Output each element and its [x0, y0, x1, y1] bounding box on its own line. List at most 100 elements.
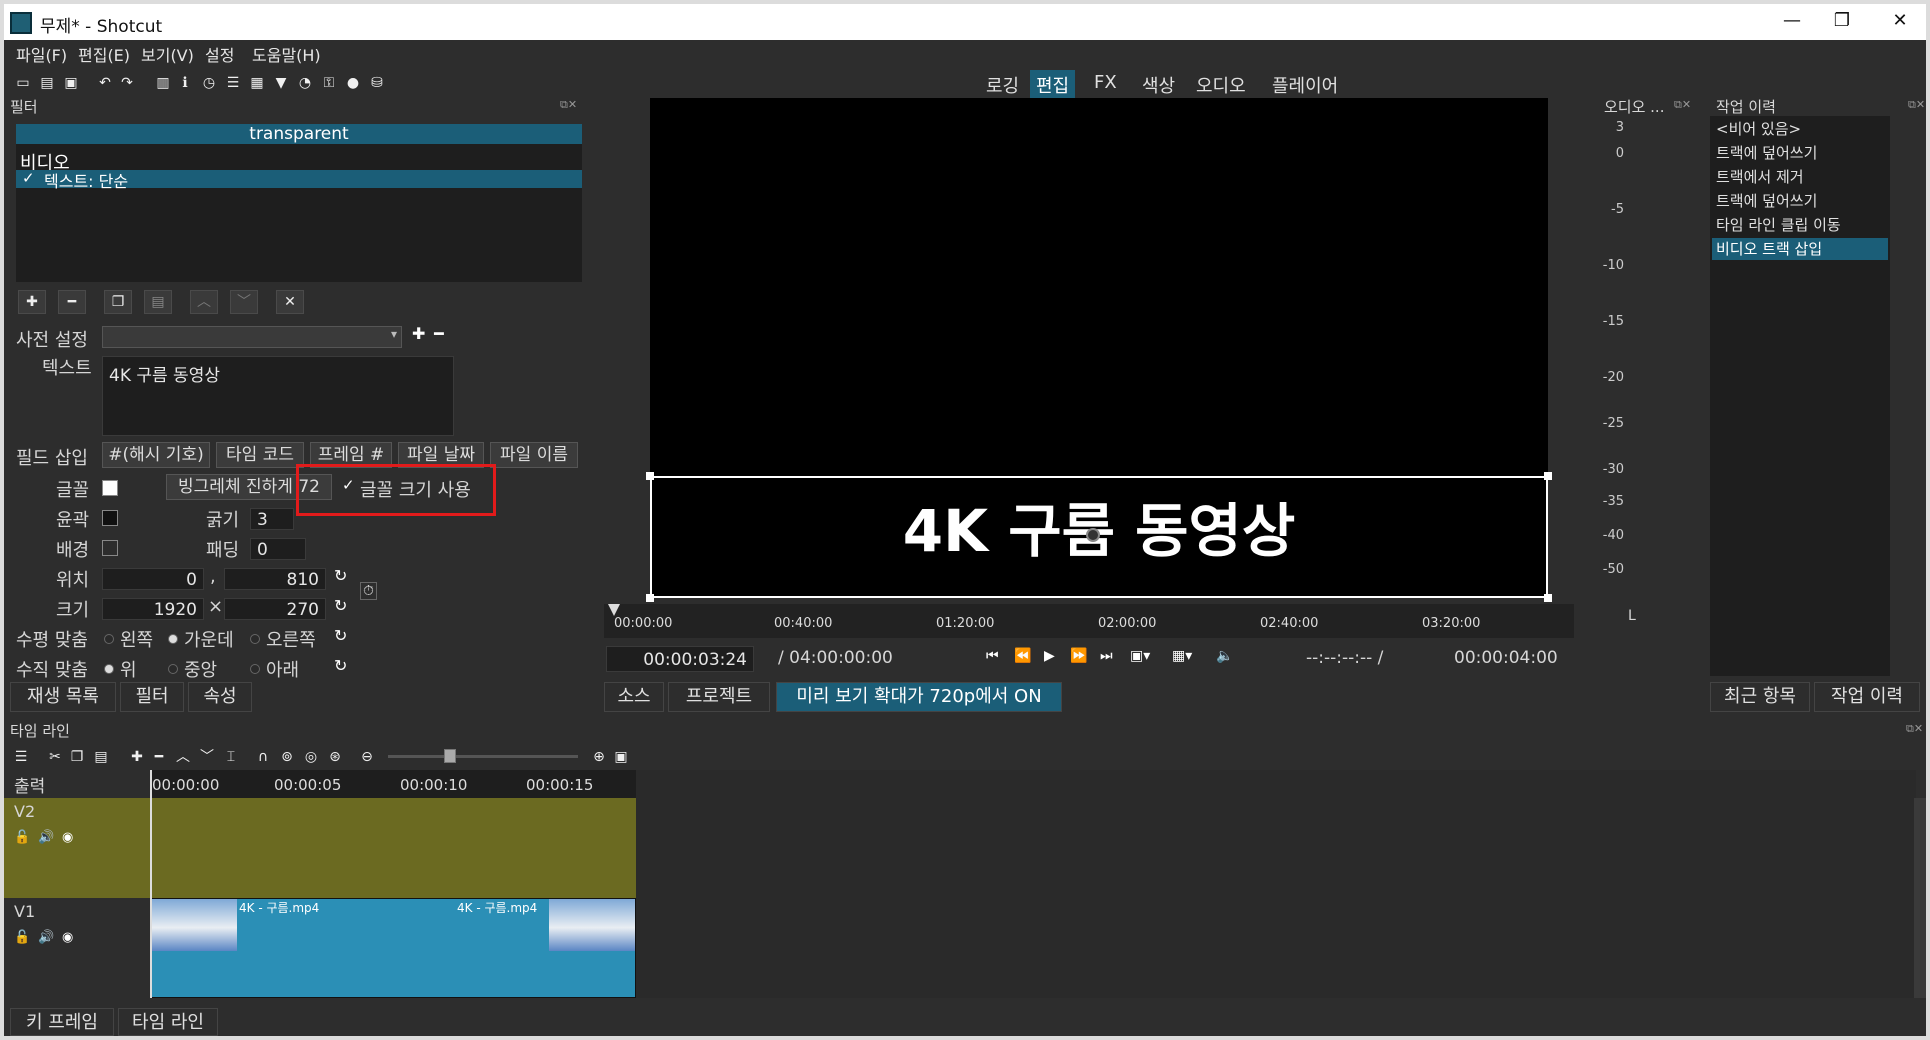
- halign-center-label[interactable]: 가운데: [184, 626, 234, 652]
- text-bounding-box[interactable]: 4K 구름 동영상: [646, 472, 1552, 602]
- valign-top-radio[interactable]: [104, 664, 114, 674]
- lift-icon[interactable]: ︿: [174, 748, 192, 766]
- cut-icon[interactable]: ✂: [46, 748, 64, 766]
- mode-logging[interactable]: 로깅: [980, 70, 1025, 100]
- timeline-ruler[interactable]: 00:00:00 00:00:05 00:00:10 00:00:15: [150, 770, 636, 798]
- font-color-swatch[interactable]: [102, 480, 118, 496]
- volume-icon[interactable]: 🔈: [1216, 648, 1233, 664]
- zoom-slider-handle[interactable]: [444, 749, 456, 763]
- keyframes-icon[interactable]: ◔: [296, 74, 314, 92]
- tab-playlist[interactable]: 재생 목록: [10, 682, 116, 712]
- playlist-icon[interactable]: ☰: [224, 74, 242, 92]
- encode-icon[interactable]: ●: [344, 74, 362, 92]
- add-filter-button[interactable]: ✚: [18, 290, 46, 314]
- size-height-input[interactable]: 270: [224, 598, 326, 620]
- reset-valign-icon[interactable]: ↻: [334, 656, 347, 675]
- thickness-spinbox[interactable]: 3: [250, 508, 294, 530]
- skip-next-icon[interactable]: ⏭: [1100, 648, 1113, 664]
- copy-icon[interactable]: ❐: [68, 748, 86, 766]
- mode-player[interactable]: 플레이어: [1266, 70, 1344, 100]
- filter-icon[interactable]: ▼: [272, 74, 290, 92]
- mute-icon[interactable]: 🔊: [38, 930, 54, 945]
- scrub-icon[interactable]: ⊚: [278, 748, 296, 766]
- tab-project[interactable]: 프로젝트: [668, 682, 770, 712]
- properties-icon[interactable]: ℹ: [176, 74, 194, 92]
- resize-handle[interactable]: [1544, 594, 1552, 602]
- padding-spinbox[interactable]: 0: [250, 538, 306, 560]
- panel-float-close-icon[interactable]: ⧉✕: [560, 98, 577, 112]
- timeline-playhead[interactable]: [150, 770, 152, 998]
- insert-hash-button[interactable]: #(해시 기호): [102, 442, 210, 468]
- valign-middle-radio[interactable]: [168, 664, 178, 674]
- overwrite-icon[interactable]: ﹀: [198, 748, 216, 766]
- zoom-in-icon[interactable]: ⊕: [590, 748, 608, 766]
- maximize-button[interactable]: ❐: [1822, 10, 1862, 34]
- tab-source[interactable]: 소스: [604, 682, 664, 712]
- peak-meter-icon[interactable]: ▥: [154, 74, 172, 92]
- insert-file-name-button[interactable]: 파일 이름: [490, 442, 578, 468]
- recent-icon[interactable]: ◷: [200, 74, 218, 92]
- split-icon[interactable]: ⌶: [222, 748, 240, 766]
- insert-timecode-button[interactable]: 타임 코드: [216, 442, 304, 468]
- paste-filter-button[interactable]: ▤: [144, 290, 172, 314]
- filter-checkbox-icon[interactable]: ✓: [22, 169, 35, 187]
- undo-icon[interactable]: ↶: [96, 74, 114, 92]
- delete-preset-icon[interactable]: ━: [434, 324, 444, 343]
- preset-dropdown[interactable]: ▾: [102, 326, 402, 348]
- timeline-menu-icon[interactable]: ☰: [12, 748, 30, 766]
- zoom-out-icon[interactable]: ⊖: [358, 748, 376, 766]
- zoom-slider[interactable]: [388, 749, 578, 763]
- history-item[interactable]: 트랙에 덮어쓰기: [1712, 142, 1888, 164]
- jobs-icon[interactable]: ⛁: [368, 74, 386, 92]
- zoom-fit-icon[interactable]: ▣: [612, 748, 630, 766]
- valign-bottom-radio[interactable]: [250, 664, 260, 674]
- resize-handle[interactable]: [646, 472, 654, 480]
- close-button[interactable]: ✕: [1880, 10, 1920, 34]
- resize-handle[interactable]: [1544, 472, 1552, 480]
- resize-handle[interactable]: [646, 594, 654, 602]
- rewind-icon[interactable]: ⏪: [1014, 648, 1031, 664]
- history-item[interactable]: 타임 라인 클립 이동: [1712, 214, 1888, 236]
- move-down-button[interactable]: ﹀: [230, 290, 258, 314]
- tab-filters[interactable]: 필터: [120, 682, 184, 712]
- background-color-swatch[interactable]: [102, 540, 118, 556]
- valign-bottom-label[interactable]: 아래: [266, 656, 299, 682]
- halign-right-label[interactable]: 오른쪽: [266, 626, 316, 652]
- mode-editing[interactable]: 편집: [1030, 70, 1076, 100]
- halign-right-radio[interactable]: [250, 634, 260, 644]
- fast-forward-icon[interactable]: ⏩: [1070, 648, 1087, 664]
- mode-fx[interactable]: FX: [1088, 70, 1123, 95]
- menu-settings[interactable]: 설정: [205, 42, 234, 66]
- history-item[interactable]: 트랙에서 제거: [1712, 166, 1888, 188]
- halign-left-radio[interactable]: [104, 634, 114, 644]
- history-item[interactable]: <비어 있음>: [1712, 118, 1888, 140]
- ripple-delete-icon[interactable]: ━: [150, 748, 168, 766]
- reset-size-icon[interactable]: ↻: [334, 596, 347, 615]
- minimize-button[interactable]: —: [1772, 10, 1812, 34]
- center-handle[interactable]: [1086, 528, 1100, 542]
- menu-view[interactable]: 보기(V): [141, 42, 194, 66]
- timecode-input[interactable]: 00:00:03:24: [606, 646, 754, 672]
- outline-color-swatch[interactable]: [102, 510, 118, 526]
- tab-recent[interactable]: 최근 항목: [1710, 682, 1810, 712]
- keyframe-timer-icon[interactable]: ⏱: [360, 582, 377, 600]
- history-icon[interactable]: ⚿: [320, 74, 338, 92]
- menu-edit[interactable]: 편집(E): [78, 42, 130, 66]
- save-preset-icon[interactable]: ✚: [412, 324, 425, 343]
- timeline-icon[interactable]: ▦: [248, 74, 266, 92]
- remove-filter-button[interactable]: ━: [58, 290, 86, 314]
- timeline-empty-area[interactable]: [636, 770, 1916, 998]
- open-file-icon[interactable]: ▭: [14, 74, 32, 92]
- zoom-icon[interactable]: ▣▾: [1130, 648, 1150, 664]
- lock-icon[interactable]: 🔓: [14, 830, 30, 845]
- position-y-input[interactable]: 810: [224, 568, 326, 590]
- open-other-icon[interactable]: ▤: [38, 74, 56, 92]
- size-width-input[interactable]: 1920: [102, 598, 204, 620]
- panel-float-close-icon[interactable]: ⧉✕: [1674, 98, 1691, 112]
- menu-file[interactable]: 파일(F): [16, 42, 67, 66]
- ripple-all-icon[interactable]: ⊛: [326, 748, 344, 766]
- mode-audio[interactable]: 오디오: [1190, 70, 1252, 100]
- mute-icon[interactable]: 🔊: [38, 830, 54, 845]
- redo-icon[interactable]: ↷: [118, 74, 136, 92]
- timeline-scrollbar[interactable]: [1914, 798, 1926, 998]
